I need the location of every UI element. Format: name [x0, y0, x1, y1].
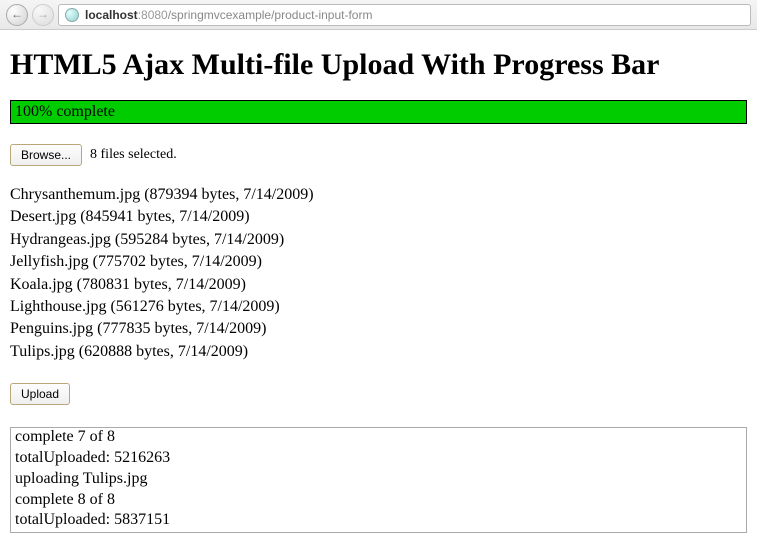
- list-item: Desert.jpg (845941 bytes, 7/14/2009): [10, 206, 747, 228]
- progress-bar: 100% complete: [10, 100, 747, 124]
- debug-log[interactable]: [10, 427, 747, 533]
- list-item: Chrysanthemum.jpg (879394 bytes, 7/14/20…: [10, 184, 747, 206]
- list-item: Penguins.jpg (777835 bytes, 7/14/2009): [10, 318, 747, 340]
- list-item: Jellyfish.jpg (775702 bytes, 7/14/2009): [10, 251, 747, 273]
- list-item: Koala.jpg (780831 bytes, 7/14/2009): [10, 274, 747, 296]
- browse-button[interactable]: Browse...: [10, 144, 82, 166]
- back-button[interactable]: ←: [6, 4, 28, 26]
- page-title: HTML5 Ajax Multi-file Upload With Progre…: [10, 48, 747, 82]
- arrow-right-icon: →: [37, 7, 49, 22]
- upload-button[interactable]: Upload: [10, 383, 70, 405]
- forward-button[interactable]: →: [32, 4, 54, 26]
- arrow-left-icon: ←: [11, 7, 23, 22]
- progress-text: 100% complete: [15, 103, 115, 120]
- globe-icon: [65, 8, 79, 22]
- url-port: :8080: [138, 8, 168, 22]
- page-content: HTML5 Ajax Multi-file Upload With Progre…: [0, 30, 757, 546]
- file-select-row: Browse... 8 files selected.: [10, 144, 747, 166]
- url-path: /springmvcexample/product-input-form: [168, 8, 373, 22]
- list-item: Tulips.jpg (620888 bytes, 7/14/2009): [10, 341, 747, 363]
- list-item: Hydrangeas.jpg (595284 bytes, 7/14/2009): [10, 229, 747, 251]
- upload-row: Upload: [10, 383, 747, 405]
- file-count-status: 8 files selected.: [90, 147, 177, 163]
- url-bar[interactable]: localhost:8080/springmvcexample/product-…: [58, 4, 751, 26]
- file-list: Chrysanthemum.jpg (879394 bytes, 7/14/20…: [10, 184, 747, 363]
- url-host: localhost: [85, 8, 138, 22]
- browser-toolbar: ← → localhost:8080/springmvcexample/prod…: [0, 0, 757, 30]
- list-item: Lighthouse.jpg (561276 bytes, 7/14/2009): [10, 296, 747, 318]
